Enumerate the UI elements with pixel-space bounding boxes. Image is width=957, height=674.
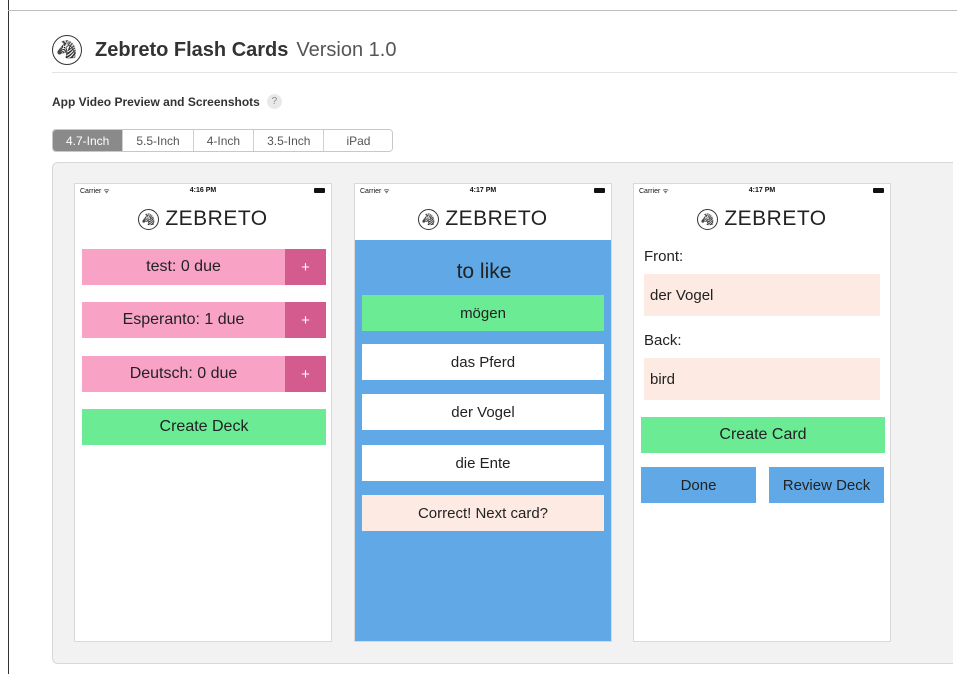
back-label: Back: [644, 332, 682, 349]
brand-name: ZEBRETO [445, 207, 548, 230]
review-deck-button[interactable]: Review Deck [769, 467, 884, 503]
screenshot-deck-list[interactable]: Carrier ᯤ 4:16 PM 🦓 ZEBRETO test: 0 due … [74, 183, 332, 642]
window-frame-left [0, 0, 9, 674]
deck-label: Esperanto: 1 due [122, 311, 245, 328]
done-button[interactable]: Done [641, 467, 756, 503]
tab-3-5-inch[interactable]: 3.5-Inch [254, 130, 325, 151]
status-time: 4:17 PM [469, 187, 497, 194]
tab-4-7-inch[interactable]: 4.7-Inch [53, 130, 124, 151]
next-card-button[interactable]: Correct! Next card? [362, 495, 604, 531]
help-icon[interactable]: ? [266, 94, 282, 109]
header-divider [52, 72, 957, 73]
zebra-logo-icon: 🦓 [138, 208, 160, 230]
answer-option[interactable]: das Pferd [362, 344, 604, 380]
question-prompt: to like [456, 260, 512, 283]
status-bar: Carrier ᯤ 4:17 PM [355, 184, 611, 198]
back-field[interactable]: bird [644, 358, 880, 400]
answer-option[interactable]: der Vogel [362, 394, 604, 430]
app-header: 🦓 Zebreto Flash Cards Version 1.0 [52, 30, 396, 70]
battery-icon [873, 188, 884, 193]
section-heading: App Video Preview and Screenshots ? [52, 94, 282, 109]
review-area: to like mögen das Pferd der Vogel die En… [355, 240, 611, 641]
screenshot-review[interactable]: Carrier ᯤ 4:17 PM 🦓 ZEBRETO to like möge… [354, 183, 612, 642]
tab-ipad[interactable]: iPad [324, 130, 393, 151]
front-field[interactable]: der Vogel [644, 274, 880, 316]
create-card-button[interactable]: Create Card [641, 417, 885, 453]
add-card-button[interactable]: + [285, 356, 326, 392]
deck-label: test: 0 due [146, 258, 221, 275]
zebra-logo-icon: 🦓 [697, 208, 719, 230]
add-card-button[interactable]: + [285, 249, 326, 285]
deck-row[interactable]: test: 0 due + [82, 249, 326, 285]
device-size-tabs: 4.7-Inch 5.5-Inch 4-Inch 3.5-Inch iPad [52, 129, 394, 152]
answer-option-correct[interactable]: mögen [362, 295, 604, 331]
brand-header: 🦓 ZEBRETO [634, 198, 890, 240]
front-label: Front: [644, 248, 684, 265]
zebra-logo-icon: 🦓 [418, 208, 440, 230]
tab-4-inch[interactable]: 4-Inch [193, 130, 255, 151]
app-version: Version 1.0 [296, 38, 397, 61]
status-time: 4:16 PM [189, 187, 217, 194]
status-bar: Carrier ᯤ 4:16 PM [75, 184, 331, 198]
tab-5-5-inch[interactable]: 5.5-Inch [123, 130, 194, 151]
brand-header: 🦓 ZEBRETO [75, 198, 331, 240]
deck-row[interactable]: Deutsch: 0 due + [82, 356, 326, 392]
deck-row[interactable]: Esperanto: 1 due + [82, 302, 326, 338]
deck-label: Deutsch: 0 due [129, 365, 238, 382]
zebra-logo-icon: 🦓 [52, 35, 82, 65]
window-frame-top [8, 0, 957, 11]
brand-name: ZEBRETO [724, 207, 827, 230]
answer-option[interactable]: die Ente [362, 445, 604, 481]
battery-icon [594, 188, 605, 193]
create-deck-button[interactable]: Create Deck [82, 409, 326, 445]
brand-header: 🦓 ZEBRETO [355, 198, 611, 240]
brand-name: ZEBRETO [165, 207, 268, 230]
status-time: 4:17 PM [748, 187, 776, 194]
section-heading-text: App Video Preview and Screenshots [52, 94, 260, 109]
app-title: Zebreto Flash Cards [95, 38, 289, 61]
add-card-button[interactable]: + [285, 302, 326, 338]
status-bar: Carrier ᯤ 4:17 PM [634, 184, 890, 198]
screenshot-create-card[interactable]: Carrier ᯤ 4:17 PM 🦓 ZEBRETO Front: der V… [633, 183, 891, 642]
battery-icon [314, 188, 325, 193]
